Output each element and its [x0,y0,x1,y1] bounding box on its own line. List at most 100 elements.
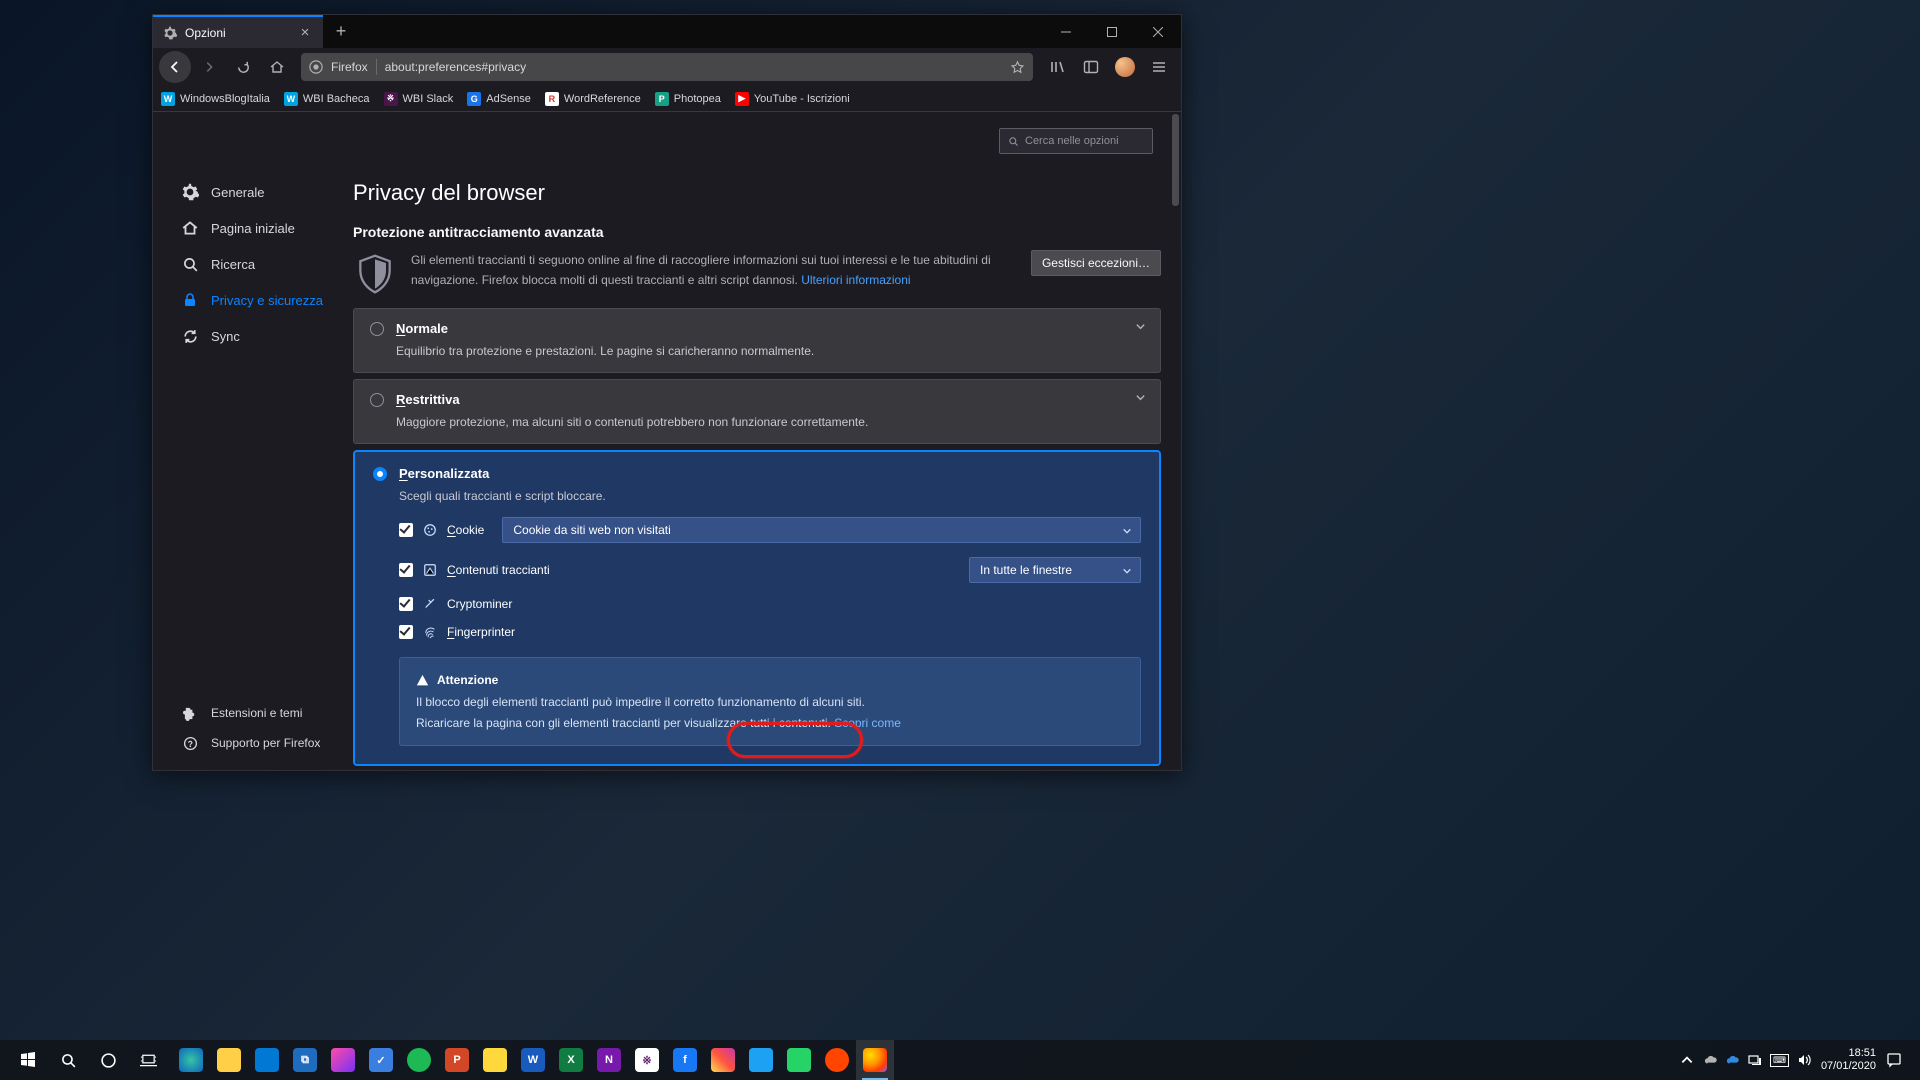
link-more-info[interactable]: Ulteriori informazioni [801,273,910,287]
bookmark-item[interactable]: ※WBI Slack [384,92,454,106]
link-learn-how[interactable]: Scopri come [834,716,901,730]
protection-panel-normal[interactable]: Normale Equilibrio tra protezione e pres… [353,308,1161,373]
taskbar-app-store[interactable]: ⧉ [286,1040,324,1080]
window-close[interactable] [1135,15,1181,48]
bookmark-item[interactable]: RWordReference [545,92,641,106]
scrollbar-thumb[interactable] [1172,114,1179,206]
checkbox-cookie[interactable] [399,523,413,537]
taskbar-app-slack[interactable]: ※ [628,1040,666,1080]
taskbar-app-edge[interactable] [172,1040,210,1080]
taskbar-taskview[interactable] [128,1040,168,1080]
nav-reload[interactable] [227,51,259,83]
tray-overflow-icon[interactable] [1680,1053,1694,1067]
library-icon[interactable] [1041,51,1073,83]
protection-panel-strict[interactable]: Restrittiva Maggiore protezione, ma alcu… [353,379,1161,444]
sidebar-item-support[interactable]: Supporto per Firefox [181,728,320,758]
content-scrollbar[interactable] [1170,112,1181,770]
panel-desc-normal: Equilibrio tra protezione e prestazioni.… [396,344,1144,358]
taskbar-app-whatsapp[interactable] [780,1040,818,1080]
taskbar-app-onenote[interactable]: N [590,1040,628,1080]
taskbar-app-instagram[interactable] [704,1040,742,1080]
manage-exceptions-button[interactable]: Gestisci eccezioni… [1031,250,1161,276]
sidebar-item-general[interactable]: Generale [181,174,353,210]
crypto-label: Cryptominer [447,597,512,611]
tray-volume-icon[interactable] [1797,1053,1811,1067]
taskbar-app-explorer[interactable] [210,1040,248,1080]
content-label: Contenuti traccianti [447,563,550,577]
radio-normal[interactable] [370,322,384,336]
panel-title-strict: Restrittiva [396,392,460,407]
search-icon [1008,136,1019,147]
app-menu-icon[interactable] [1143,51,1175,83]
tray-network-icon[interactable] [1748,1053,1762,1067]
cookie-label: Cookie [447,523,484,537]
bookmark-item[interactable]: GAdSense [467,92,531,106]
taskbar-app-word[interactable]: W [514,1040,552,1080]
sync-icon [181,327,199,345]
bookmark-item[interactable]: ▶YouTube - Iscrizioni [735,92,850,106]
taskbar-app-twitter[interactable] [742,1040,780,1080]
nav-home[interactable] [261,51,293,83]
radio-custom[interactable] [373,467,387,481]
taskbar-app-spotify[interactable] [400,1040,438,1080]
taskbar-app-paint3d[interactable] [324,1040,362,1080]
tray-onedrive-icon[interactable] [1704,1053,1718,1067]
bookmark-item[interactable]: WWindowsBlogItalia [161,92,270,106]
checkbox-crypto[interactable] [399,597,413,611]
radio-strict[interactable] [370,393,384,407]
taskbar-app-sticky[interactable] [476,1040,514,1080]
tab-opzioni[interactable]: Opzioni × [153,15,323,48]
cryptominer-icon [423,597,437,611]
url-address: about:preferences#privacy [385,60,526,74]
chevron-down-icon[interactable] [1135,321,1146,332]
bookmark-item[interactable]: PPhotopea [655,92,721,106]
sidebar-item-home[interactable]: Pagina iniziale [181,210,353,246]
taskbar-app-facebook[interactable]: f [666,1040,704,1080]
taskbar-app-powerpoint[interactable]: P [438,1040,476,1080]
new-tab-button[interactable]: + [323,15,359,48]
tray-notifications-icon[interactable] [1886,1052,1902,1068]
window-minimize[interactable] [1043,15,1089,48]
tracking-content-icon [423,563,437,577]
checkbox-fingerprint[interactable] [399,625,413,639]
chevron-down-icon[interactable] [1135,392,1146,403]
bookmark-star-icon[interactable] [1010,60,1025,75]
window-maximize[interactable] [1089,15,1135,48]
start-button[interactable] [8,1040,48,1080]
search-placeholder: Cerca nelle opzioni [1025,135,1119,147]
search-icon [181,255,199,273]
taskbar-app-todo[interactable]: ✓ [362,1040,400,1080]
section-title: Protezione antitracciamento avanzata [353,224,1161,240]
sidebar-item-privacy[interactable]: Privacy e sicurezza [181,282,353,318]
sidebar-toggle-icon[interactable] [1075,51,1107,83]
fingerprint-icon [423,625,437,639]
taskbar-search[interactable] [48,1040,88,1080]
taskbar-app-yourphone[interactable] [248,1040,286,1080]
select-cookie-type[interactable]: Cookie da siti web non visitati [502,517,1141,543]
settings-search-input[interactable]: Cerca nelle opzioni [999,128,1153,154]
gear-icon [163,26,177,40]
tray-onedrive-icon[interactable] [1726,1053,1740,1067]
sidebar-item-search[interactable]: Ricerca [181,246,353,282]
taskbar-app-reddit[interactable] [818,1040,856,1080]
taskbar-app-excel[interactable]: X [552,1040,590,1080]
nav-forward[interactable] [193,51,225,83]
panel-desc-strict: Maggiore protezione, ma alcuni siti o co… [396,415,1144,429]
taskbar-clock[interactable]: 18:51 07/01/2020 [1821,1047,1876,1073]
chevron-down-icon [1122,526,1132,536]
taskbar-cortana[interactable] [88,1040,128,1080]
taskbar-app-firefox[interactable] [856,1040,894,1080]
sidebar-item-extensions[interactable]: Estensioni e temi [181,698,320,728]
checkbox-content[interactable] [399,563,413,577]
nav-back[interactable] [159,51,191,83]
select-content-windows[interactable]: In tutte le finestre [969,557,1141,583]
settings-sidebar: Generale Pagina iniziale Ricerca Privacy… [153,112,353,770]
sidebar-item-sync[interactable]: Sync [181,318,353,354]
url-bar[interactable]: Firefox about:preferences#privacy [301,53,1033,81]
tab-close-icon[interactable]: × [297,24,313,41]
panel-title-custom: Personalizzata [399,466,489,481]
tray-language-icon[interactable]: ⌨ [1770,1054,1789,1067]
intro-text: Gli elementi traccianti ti seguono onlin… [411,250,1017,291]
profile-avatar[interactable] [1109,51,1141,83]
bookmark-item[interactable]: WWBI Bacheca [284,92,370,106]
